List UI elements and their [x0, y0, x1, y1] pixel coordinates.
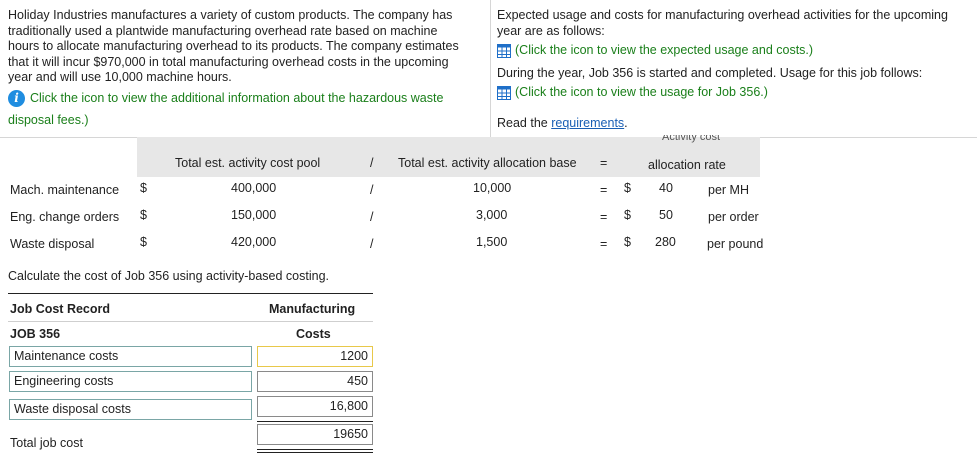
rate-unit: per MH [708, 183, 749, 197]
row-label: Mach. maintenance [10, 183, 120, 197]
rate-unit: per pound [707, 237, 764, 251]
engineering-cost-field[interactable]: 450 [257, 371, 373, 392]
waste-disposal-label-field[interactable]: Waste disposal costs [9, 399, 252, 420]
double-rule-top [257, 449, 373, 450]
header-cost-pool: Total est. activity cost pool [175, 156, 321, 170]
dollar-sign: $ [624, 181, 631, 195]
problem-description: Holiday Industries manufactures a variet… [8, 8, 459, 86]
expected-usage-text: Expected usage and costs for manufacturi… [497, 8, 948, 39]
total-job-cost-field[interactable]: 19650 [257, 424, 373, 445]
job-usage-text: During the year, Job 356 is started and … [497, 66, 923, 80]
table-grid-icon[interactable] [497, 85, 511, 100]
instruction-text: Calculate the cost of Job 356 using acti… [8, 269, 330, 283]
header-allocation-rate: allocation rate [648, 158, 726, 172]
engineering-label-field[interactable]: Engineering costs [9, 371, 252, 392]
cost-pool-value: 400,000 [231, 181, 277, 195]
cost-pool-value: 150,000 [231, 208, 277, 222]
requirements-link[interactable]: requirements [551, 116, 624, 130]
problem-line: hours to allocate manufacturing overhead… [8, 39, 459, 53]
equals-sign: = [600, 183, 608, 197]
manufacturing-header: Manufacturing [269, 302, 356, 316]
rate-value: 280 [655, 235, 676, 249]
total-job-cost-label: Total job cost [10, 436, 83, 450]
read-requirements: Read the requirements. [497, 116, 628, 132]
dollar-sign: $ [140, 208, 147, 222]
header-allocation-base: Total est. activity allocation base [398, 156, 577, 170]
hazardous-info-text[interactable]: Click the icon to view the additional in… [30, 91, 443, 105]
divide-sign: / [370, 210, 374, 224]
read-prefix: Read the [497, 116, 552, 130]
problem-line: year and will use 10,000 machine hours. [8, 70, 232, 84]
problem-line: traditionally used a plantwide manufactu… [8, 23, 438, 38]
job-number: JOB 356 [10, 327, 61, 341]
rate-value: 50 [659, 208, 673, 222]
dollar-sign: $ [624, 208, 631, 222]
equals-sign: = [600, 237, 608, 251]
total-rule [257, 421, 373, 422]
allocation-base-value: 3,000 [476, 208, 508, 222]
problem-line: that it will incur $970,000 in total man… [8, 54, 449, 69]
header-divide: / [370, 156, 374, 170]
rate-unit: per order [708, 210, 759, 224]
read-suffix: . [624, 116, 628, 130]
table-grid-icon[interactable] [497, 43, 511, 58]
panel-divider [490, 0, 491, 137]
dollar-sign: $ [140, 181, 147, 195]
header-rate-top: Activity cost [662, 135, 721, 143]
rate-value: 40 [659, 181, 673, 195]
dollar-sign: $ [624, 235, 631, 249]
equals-sign: = [600, 210, 608, 224]
job-cost-record-title: Job Cost Record [10, 302, 111, 316]
job-usage-link[interactable]: (Click the icon to view the usage for Jo… [497, 85, 768, 101]
hazardous-info-text-2[interactable]: disposal fees.) [8, 113, 89, 129]
record-top-rule [8, 293, 373, 294]
divide-sign: / [370, 237, 374, 251]
allocation-base-value: 1,500 [476, 235, 508, 249]
row-label: Waste disposal [10, 237, 95, 251]
double-rule-bottom [257, 452, 373, 453]
row-label: Eng. change orders [10, 210, 120, 224]
expected-usage-link-text[interactable]: (Click the icon to view the expected usa… [515, 43, 813, 57]
job-usage-link-text[interactable]: (Click the icon to view the usage for Jo… [515, 85, 768, 99]
divide-sign: / [370, 183, 374, 197]
maintenance-cost-field[interactable]: 1200 [257, 346, 373, 367]
cost-pool-value: 420,000 [231, 235, 277, 249]
info-icon[interactable]: i [8, 90, 25, 107]
costs-header: Costs [296, 327, 331, 341]
dollar-sign: $ [140, 235, 147, 249]
record-mid-rule [8, 321, 373, 322]
waste-disposal-cost-field[interactable]: 16,800 [257, 396, 373, 417]
header-equals: = [600, 156, 608, 170]
maintenance-label-field[interactable]: Maintenance costs [9, 346, 252, 367]
expected-line: year are as follows: [497, 23, 605, 38]
hazardous-info-link[interactable]: i Click the icon to view the additional i… [8, 90, 443, 107]
problem-line: Holiday Industries manufactures a variet… [8, 8, 453, 22]
expected-usage-link[interactable]: (Click the icon to view the expected usa… [497, 43, 813, 59]
expected-line: Expected usage and costs for manufacturi… [497, 8, 948, 22]
allocation-base-value: 10,000 [473, 181, 512, 195]
